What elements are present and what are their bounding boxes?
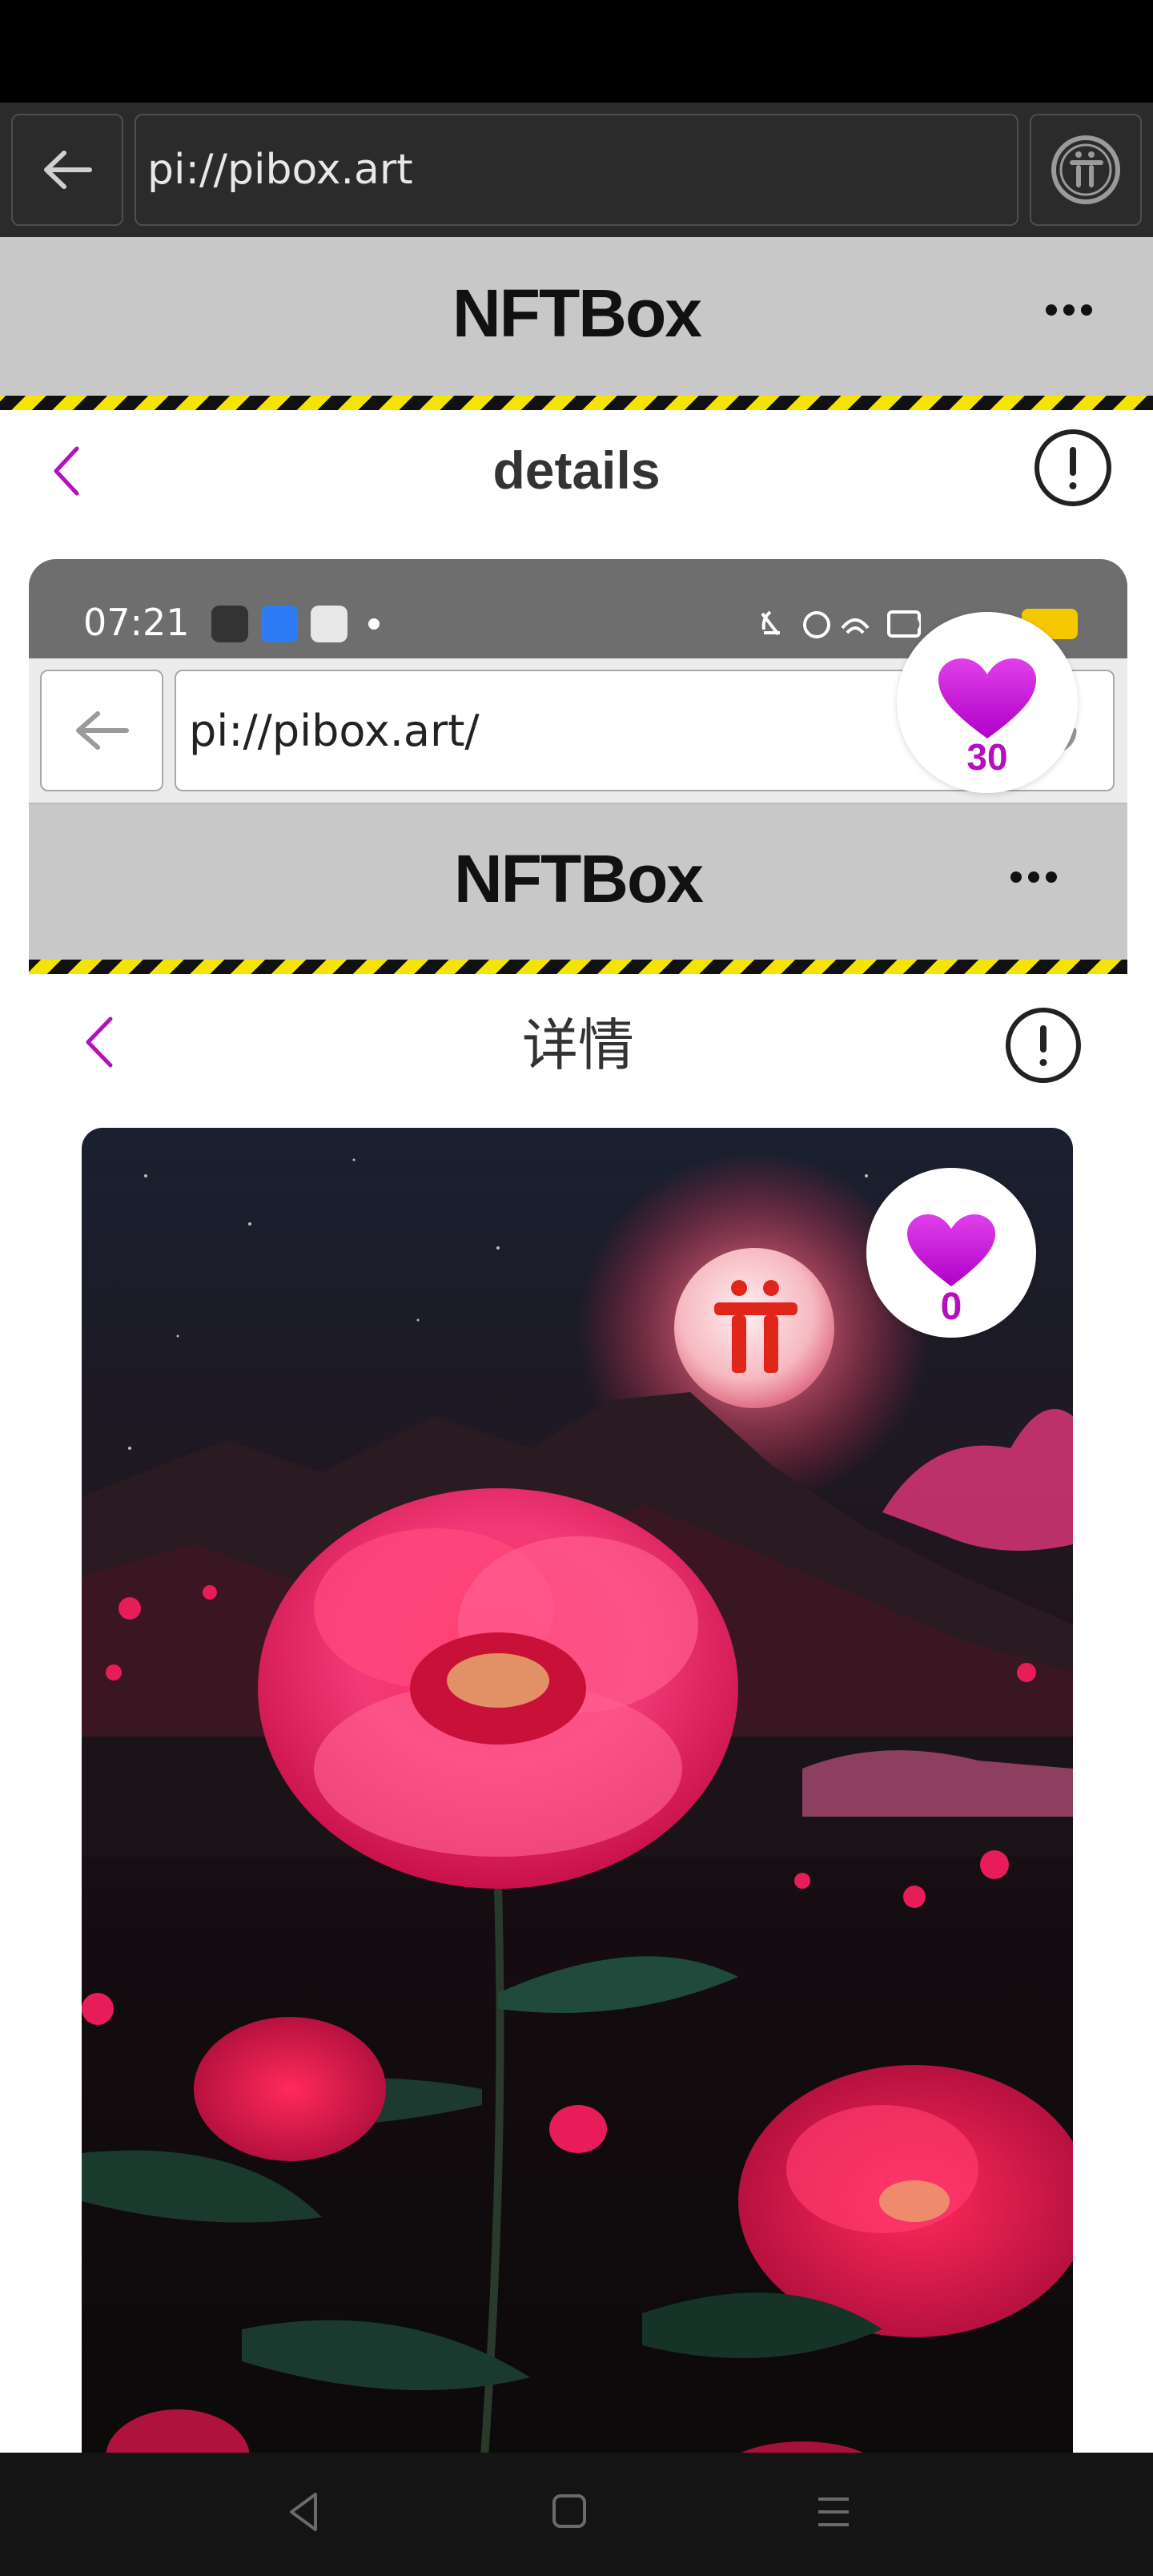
heart-icon — [938, 658, 1036, 739]
app-header: NFTBox — [0, 237, 1153, 410]
embedded-app-header: NFTBox — [29, 804, 1127, 974]
pi-wallet-button[interactable] — [1030, 114, 1142, 226]
wechat-icon — [211, 606, 248, 642]
page-heading: 详情 — [522, 1012, 634, 1078]
arrow-left-icon — [44, 151, 92, 189]
nav-back-icon[interactable] — [283, 2488, 323, 2536]
url-text: pi://pibox.art/ — [189, 706, 480, 756]
app-title: NFTBox — [452, 276, 702, 351]
browser-back-button[interactable] — [11, 114, 123, 226]
browser-toolbar: pi://pibox.art — [0, 103, 1153, 237]
embedded-screenshot: 07:21 HD pi://pibox.art/ NFTBox 详情 0 30 — [29, 559, 1127, 2481]
nav-menu-icon[interactable] — [814, 2488, 854, 2536]
page-heading: details — [492, 441, 661, 500]
url-text: pi://pibox.art — [147, 146, 413, 194]
app-icon — [311, 606, 348, 642]
arrow-left-icon — [76, 711, 129, 750]
app-title: NFTBox — [454, 841, 704, 916]
app-icon — [261, 606, 298, 642]
hazard-stripe — [29, 960, 1127, 974]
system-nav-bar — [0, 2453, 1153, 2576]
status-time: 07:21 — [83, 601, 190, 644]
like-button[interactable]: 30 — [897, 612, 1078, 793]
nft-artwork[interactable]: 0 — [82, 1128, 1073, 2481]
status-bar — [0, 0, 1153, 103]
hazard-stripe — [0, 396, 1153, 410]
more-dots-icon[interactable] — [1010, 871, 1057, 883]
embedded-url-field[interactable]: pi://pibox.art/ — [175, 670, 980, 791]
info-icon[interactable] — [1034, 429, 1111, 506]
info-icon[interactable] — [1006, 1008, 1081, 1083]
notification-dot — [368, 618, 380, 630]
svg-text:HD: HD — [894, 615, 920, 634]
heart-icon — [907, 1214, 995, 1286]
like-count: 30 — [966, 736, 1008, 778]
nav-home-icon[interactable] — [549, 2488, 589, 2536]
browser-url-field[interactable]: pi://pibox.art — [135, 114, 1018, 226]
more-dots-icon[interactable] — [1046, 304, 1092, 316]
embedded-back-button[interactable] — [40, 670, 163, 791]
pi-logo-icon — [1051, 135, 1120, 204]
like-count: 0 — [940, 1286, 962, 1328]
like-button-inner[interactable]: 0 — [866, 1168, 1036, 1338]
